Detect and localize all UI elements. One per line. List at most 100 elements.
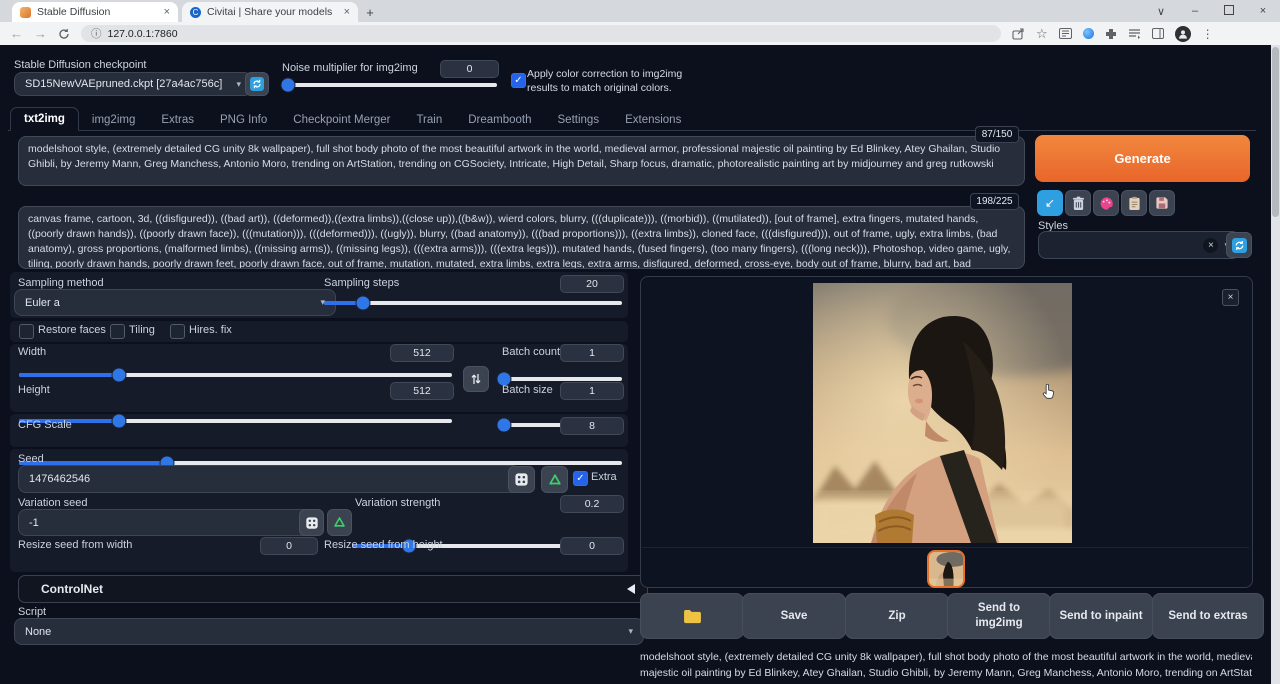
extensions-puzzle-icon[interactable] — [1105, 28, 1117, 40]
profile-avatar[interactable] — [1175, 26, 1191, 42]
width-value[interactable]: 512 — [390, 344, 454, 362]
tab-settings[interactable]: Settings — [545, 109, 613, 131]
share-icon[interactable] — [1012, 28, 1025, 40]
script-dropdown[interactable]: None ▾ — [14, 618, 644, 645]
width-slider[interactable] — [19, 373, 452, 377]
restore-faces-label: Restore faces — [38, 324, 106, 336]
forward-icon[interactable]: → — [34, 27, 47, 40]
send-to-extras-button[interactable]: Send to extras — [1152, 593, 1264, 639]
height-value[interactable]: 512 — [390, 382, 454, 400]
sampling-method-dropdown[interactable]: Euler a ▾ — [14, 289, 336, 316]
url-text: 127.0.0.1:7860 — [108, 28, 178, 40]
window-menu-icon[interactable]: ∨ — [1144, 5, 1178, 18]
reload-icon[interactable] — [58, 28, 70, 40]
height-slider[interactable] — [19, 419, 452, 423]
sampling-steps-label: Sampling steps — [324, 277, 399, 289]
kebab-menu-icon[interactable]: ⋮ — [1202, 27, 1214, 41]
tab-dreambooth[interactable]: Dreambooth — [455, 109, 544, 131]
recycle-icon — [548, 473, 562, 487]
refresh-styles-button[interactable] — [1226, 232, 1252, 258]
batch-count-slider[interactable] — [500, 377, 622, 381]
resize-seed-height-value[interactable]: 0 — [560, 537, 624, 555]
chevron-down-icon: ▾ — [628, 626, 633, 637]
random-seed-button[interactable] — [508, 466, 535, 493]
checkpoint-dropdown[interactable]: SD15NewVAEpruned.ckpt [27a4ac756c] ▾ — [14, 72, 252, 96]
zip-button[interactable]: Zip — [845, 593, 949, 639]
tab-checkpoint-merger[interactable]: Checkpoint Merger — [280, 109, 403, 131]
restore-faces-checkbox[interactable] — [19, 324, 34, 339]
side-panel-icon[interactable] — [1152, 28, 1164, 39]
sampling-steps-value[interactable]: 20 — [560, 275, 624, 293]
tab-close-icon[interactable]: × — [164, 6, 170, 18]
back-icon[interactable]: ← — [10, 27, 23, 40]
extension-grid-icon[interactable] — [1059, 28, 1072, 39]
cfg-scale-value[interactable]: 8 — [560, 417, 624, 435]
variation-seed-value: -1 — [29, 517, 39, 529]
swap-dimensions-button[interactable] — [463, 366, 489, 392]
negative-prompt-textarea[interactable]: canvas frame, cartoon, 3d, ((disfigured)… — [18, 206, 1025, 269]
window-restore-icon[interactable] — [1212, 5, 1246, 18]
hires-fix-checkbox[interactable] — [170, 324, 185, 339]
send-to-img2img-button[interactable]: Send to img2img — [947, 593, 1051, 639]
close-icon[interactable]: × — [1222, 289, 1239, 306]
extra-seed-checkbox[interactable]: ✓ — [573, 471, 588, 486]
clear-prompt-button[interactable] — [1065, 190, 1091, 216]
generated-image[interactable] — [813, 283, 1072, 543]
tab-png-info[interactable]: PNG Info — [207, 109, 280, 131]
browser-toolbar: ← → ⓘ 127.0.0.1:7860 ☆ — [0, 22, 1280, 45]
resize-seed-width-value[interactable]: 0 — [260, 537, 318, 555]
styles-dropdown[interactable]: × ▾ — [1038, 231, 1240, 259]
sampling-steps-slider[interactable] — [324, 301, 622, 305]
extra-networks-button[interactable] — [1093, 190, 1119, 216]
clear-styles-icon[interactable]: × — [1203, 238, 1218, 253]
batch-count-value[interactable]: 1 — [560, 344, 624, 362]
reading-list-icon[interactable] — [1128, 29, 1141, 39]
generate-button[interactable]: Generate — [1035, 135, 1250, 182]
tab-extras[interactable]: Extras — [148, 109, 207, 131]
tab-extensions[interactable]: Extensions — [612, 109, 694, 131]
new-tab-button[interactable]: + — [358, 2, 382, 22]
tiling-checkbox[interactable] — [110, 324, 125, 339]
scrollbar[interactable] — [1271, 45, 1280, 684]
color-correction-label: Apply color correction to img2img result… — [527, 67, 713, 95]
address-bar[interactable]: ⓘ 127.0.0.1:7860 — [81, 25, 1001, 42]
batch-size-label: Batch size — [502, 384, 553, 396]
gallery-thumbnail-selected[interactable] — [927, 550, 965, 588]
batch-size-value[interactable]: 1 — [560, 382, 624, 400]
refresh-checkpoints-button[interactable] — [245, 72, 269, 96]
variation-seed-input[interactable]: -1 — [18, 509, 318, 536]
seed-input[interactable]: 1476462546 — [18, 465, 520, 493]
tab-txt2img[interactable]: txt2img — [10, 107, 79, 131]
bookmark-star-icon[interactable]: ☆ — [1036, 26, 1048, 42]
blue-dot-extension-icon[interactable] — [1083, 28, 1094, 39]
trash-icon — [1072, 196, 1085, 211]
resize-seed-height-label: Resize seed from height — [324, 539, 443, 551]
reuse-seed-button[interactable] — [541, 466, 568, 493]
site-info-icon[interactable]: ⓘ — [91, 26, 102, 41]
open-folder-button[interactable] — [640, 593, 744, 639]
script-value: None — [25, 626, 51, 638]
chevron-down-icon: ▾ — [236, 79, 241, 90]
save-button[interactable]: Save — [742, 593, 846, 639]
send-to-inpaint-button[interactable]: Send to inpaint — [1049, 593, 1153, 639]
random-variation-seed-button[interactable] — [299, 509, 324, 536]
reuse-variation-seed-button[interactable] — [327, 509, 352, 536]
apply-style-button[interactable] — [1121, 190, 1147, 216]
browser-tab-inactive[interactable]: C Civitai | Share your models × — [182, 2, 358, 22]
tab-train[interactable]: Train — [403, 109, 455, 131]
tab-close-icon[interactable]: × — [344, 6, 350, 18]
save-style-button[interactable] — [1149, 190, 1175, 216]
window-minimize-icon[interactable]: – — [1178, 5, 1212, 17]
tab-img2img[interactable]: img2img — [79, 109, 148, 131]
noise-multiplier-value[interactable]: 0 — [440, 60, 499, 78]
variation-strength-value[interactable]: 0.2 — [560, 495, 624, 513]
paste-params-button[interactable]: ↙ — [1037, 190, 1063, 216]
dice-icon — [305, 516, 319, 530]
prompt-textarea[interactable]: modelshoot style, (extremely detailed CG… — [18, 136, 1025, 186]
controlnet-accordion[interactable]: ControlNet — [18, 575, 648, 603]
noise-multiplier-slider[interactable] — [282, 83, 497, 87]
scrollbar-thumb[interactable] — [1272, 47, 1279, 217]
window-close-icon[interactable]: × — [1246, 5, 1280, 17]
color-correction-checkbox[interactable]: ✓ — [511, 73, 526, 88]
browser-tab-active[interactable]: Stable Diffusion × — [12, 2, 178, 22]
